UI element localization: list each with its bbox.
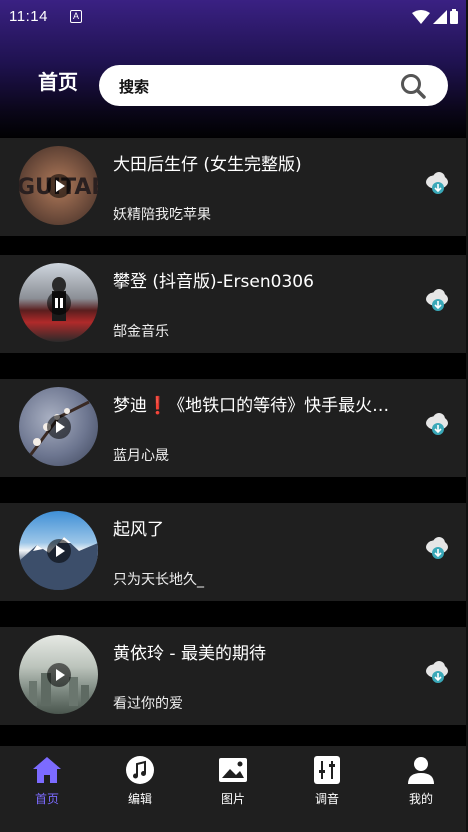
status-bar: 11:14 A <box>0 0 468 32</box>
song-artist: 郜金音乐 <box>113 324 169 340</box>
music-note-icon <box>125 756 155 784</box>
pause-icon[interactable] <box>46 290 71 315</box>
person-icon <box>406 756 436 784</box>
song-title: 大田后生仔 (女生完整版) <box>113 155 302 175</box>
list-item[interactable]: 起风了 只为天长地久_ <box>0 503 466 601</box>
nav-label: 编辑 <box>127 792 152 806</box>
signal-icon <box>433 9 447 24</box>
nav-label: 首页 <box>34 792 59 806</box>
wifi-icon <box>412 9 430 24</box>
play-icon[interactable] <box>46 173 71 198</box>
list-item[interactable]: 黄依玲 - 最美的期待 看过你的爱 <box>0 627 466 725</box>
cloud-download-icon[interactable] <box>424 660 450 690</box>
cloud-download-icon[interactable] <box>424 536 450 566</box>
status-time: 11:14 <box>9 8 48 25</box>
song-title: 起风了 <box>113 520 164 540</box>
home-icon <box>32 756 62 784</box>
song-artist: 蓝月心晟 <box>113 448 169 464</box>
search-placeholder: 搜索 <box>119 78 150 96</box>
play-icon[interactable] <box>46 538 71 563</box>
list-item[interactable]: 攀登 (抖音版)-Ersen0306 郜金音乐 <box>0 255 466 353</box>
search-icon[interactable] <box>400 73 426 103</box>
nav-label: 图片 <box>220 792 245 806</box>
list-item[interactable]: 梦迪❗《地铁口的等待》快手最火的女声版 蓝月心晟 <box>0 379 466 477</box>
song-title: 梦迪❗《地铁口的等待》快手最火的女声版 <box>113 396 405 416</box>
album-cover[interactable]: GUITAR <box>19 146 98 225</box>
list-item[interactable]: GUITAR 大田后生仔 (女生完整版) 妖精陪我吃苹果 <box>0 138 466 236</box>
cloud-download-icon[interactable] <box>424 171 450 201</box>
song-artist: 看过你的爱 <box>113 696 183 712</box>
battery-icon <box>450 9 458 24</box>
play-icon[interactable] <box>46 414 71 439</box>
album-cover[interactable] <box>19 263 98 342</box>
nav-label: 我的 <box>408 792 433 806</box>
song-artist: 只为天长地久_ <box>113 572 204 588</box>
song-title: 攀登 (抖音版)-Ersen0306 <box>113 272 314 292</box>
nav-item-edit[interactable]: 编辑 <box>110 756 170 807</box>
bottom-nav: 首页 编辑 图片 调音 我的 <box>0 746 466 832</box>
album-cover[interactable] <box>19 387 98 466</box>
nav-item-profile[interactable]: 我的 <box>391 756 451 807</box>
song-title: 黄依玲 - 最美的期待 <box>113 644 266 664</box>
page-title: 首页 <box>38 70 78 94</box>
song-artist: 妖精陪我吃苹果 <box>113 207 211 223</box>
cloud-download-icon[interactable] <box>424 412 450 442</box>
image-icon <box>218 756 248 784</box>
notification-icon: A <box>70 10 82 23</box>
equalizer-icon <box>312 756 342 784</box>
album-cover[interactable] <box>19 511 98 590</box>
album-cover[interactable] <box>19 635 98 714</box>
cloud-download-icon[interactable] <box>424 288 450 318</box>
nav-item-images[interactable]: 图片 <box>203 756 263 807</box>
search-input[interactable]: 搜索 <box>99 65 448 106</box>
nav-label: 调音 <box>314 792 339 806</box>
nav-item-home[interactable]: 首页 <box>17 756 77 807</box>
play-icon[interactable] <box>46 662 71 687</box>
nav-item-tune[interactable]: 调音 <box>297 756 357 807</box>
